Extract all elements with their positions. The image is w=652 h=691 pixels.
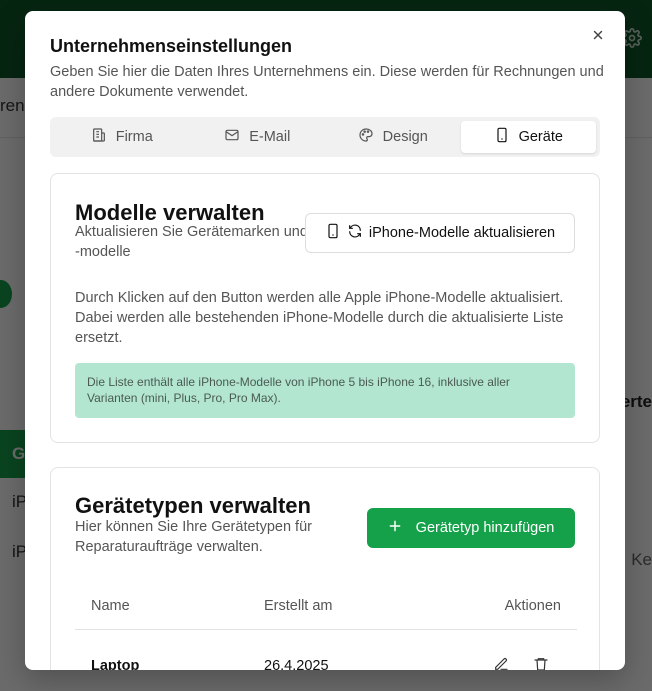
button-label: Gerätetyp hinzufügen	[415, 520, 555, 536]
card-subtitle: Hier können Sie Ihre Gerätetypen für Rep…	[75, 519, 312, 555]
column-header-created: Erstellt am	[264, 598, 333, 614]
close-button[interactable]	[587, 26, 609, 48]
tab-email[interactable]: E-Mail	[190, 121, 326, 153]
button-label: iPhone-Modelle aktualisieren	[368, 225, 556, 241]
card-subtitle: Aktualisieren Sie Gerätemarken und -mode…	[75, 224, 308, 260]
update-iphone-models-button[interactable]: iPhone-Modelle aktualisieren	[305, 213, 575, 253]
row-actions	[493, 656, 549, 670]
cell-name: Laptop	[91, 658, 140, 670]
column-header-name: Name	[91, 598, 130, 614]
smartphone-icon	[494, 127, 510, 147]
settings-tabs: Firma E-Mail Design Geräte	[50, 117, 600, 157]
tab-label: Geräte	[518, 129, 563, 145]
tab-design[interactable]: Design	[325, 121, 461, 153]
info-box: Die Liste enthält alle iPhone-Modelle vo…	[75, 363, 575, 418]
settings-dialog: Unternehmenseinstellungen Geben Sie hier…	[25, 11, 625, 670]
tab-label: Design	[382, 129, 428, 145]
close-icon	[591, 28, 605, 47]
models-card: Modelle verwalten Aktualisieren Sie Gerä…	[50, 173, 600, 443]
dialog-description: Geben Sie hier die Daten Ihres Unternehm…	[50, 64, 604, 100]
palette-icon	[358, 127, 374, 147]
dialog-title: Unternehmenseinstellungen	[50, 36, 293, 56]
tab-label: Firma	[115, 129, 153, 145]
building-icon	[91, 127, 107, 147]
plus-icon	[388, 519, 402, 537]
cell-created: 26.4.2025	[264, 658, 329, 670]
card-title: Gerätetypen verwalten	[75, 493, 311, 518]
edit-icon[interactable]	[493, 656, 509, 670]
table-row: Laptop 26.4.2025	[75, 630, 577, 670]
column-header-actions: Aktionen	[504, 598, 561, 614]
device-types-card: Gerätetypen verwalten Hier können Sie Ih…	[50, 467, 600, 670]
refresh-icon	[347, 223, 363, 243]
table-header: Name Erstellt am Aktionen	[75, 586, 577, 630]
add-device-type-button[interactable]: Gerätetyp hinzufügen	[367, 508, 575, 548]
mail-icon	[224, 127, 240, 147]
tab-firma[interactable]: Firma	[54, 121, 190, 153]
trash-icon[interactable]	[533, 656, 549, 670]
tab-geraete[interactable]: Geräte	[460, 121, 596, 153]
tab-label: E-Mail	[249, 129, 291, 145]
smartphone-icon	[325, 223, 341, 243]
card-text: Durch Klicken auf den Button werden alle…	[75, 290, 564, 346]
